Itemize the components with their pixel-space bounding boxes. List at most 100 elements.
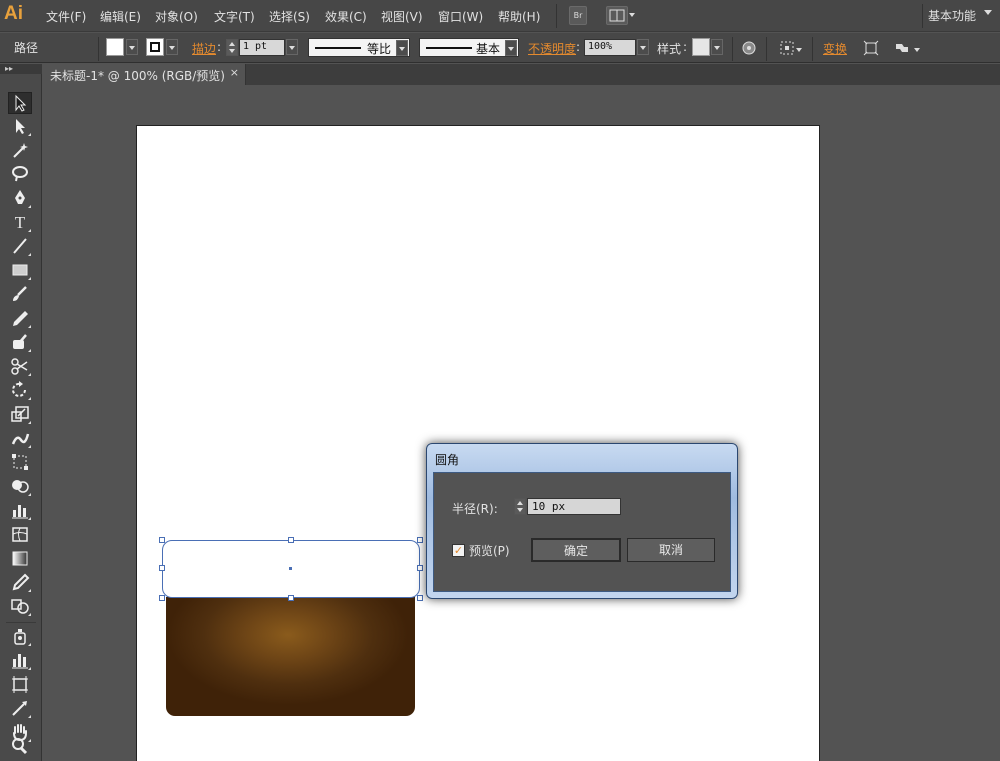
ok-button[interactable]: 确定 <box>531 538 621 562</box>
blend-tool-icon[interactable] <box>8 596 32 618</box>
menu-object[interactable]: 对象(O) <box>155 8 198 25</box>
bounding-box-handle[interactable] <box>159 565 165 571</box>
scale-tool-icon[interactable] <box>8 404 32 426</box>
menu-help[interactable]: 帮助(H) <box>498 8 540 25</box>
panel-options-icon[interactable] <box>893 39 911 57</box>
warp-tool-icon[interactable] <box>8 428 32 450</box>
align-icon[interactable] <box>778 39 796 57</box>
menu-select[interactable]: 选择(S) <box>269 8 310 25</box>
symbol-sprayer-tool-icon[interactable] <box>8 626 32 648</box>
stroke-colon: : <box>217 40 222 54</box>
arrange-documents-button[interactable] <box>606 6 628 25</box>
slice-tool-icon[interactable] <box>8 698 32 720</box>
menu-effect[interactable]: 效果(C) <box>325 8 367 25</box>
lasso-tool-icon[interactable] <box>8 164 32 186</box>
artboard-tool-icon[interactable] <box>8 674 32 696</box>
bounding-box-handle[interactable] <box>159 537 165 543</box>
graphic-style-swatch[interactable] <box>692 38 710 56</box>
chevron-down-icon[interactable] <box>629 13 635 17</box>
isolate-icon[interactable] <box>862 39 880 57</box>
bounding-box-handle[interactable] <box>288 537 294 543</box>
document-tab-title: 未标题-1* @ 100% (RGB/预览) <box>50 69 225 83</box>
bounding-box-handle[interactable] <box>417 565 423 571</box>
round-corners-dialog: 圆角 半径(R): 10 px ✓ 预览(P) 确定 取消 <box>426 443 738 599</box>
recolor-artwork-icon[interactable] <box>740 39 758 57</box>
chevron-down-icon[interactable] <box>505 40 517 56</box>
gradient-tool-icon[interactable] <box>8 548 32 570</box>
workspace-switcher[interactable]: 基本功能 <box>928 7 976 24</box>
stroke-profile-select[interactable]: 等比 <box>308 38 410 57</box>
radius-label: 半径(R): <box>452 502 498 516</box>
document-tab-bar: 未标题-1* @ 100% (RGB/预览) × <box>42 64 1000 85</box>
pen-tool-icon[interactable] <box>8 188 32 210</box>
radius-input[interactable]: 10 px <box>527 498 621 515</box>
document-tab[interactable]: 未标题-1* @ 100% (RGB/预览) × <box>42 64 246 85</box>
chevron-down-icon[interactable] <box>984 10 992 15</box>
brown-gradient-rectangle[interactable] <box>166 597 415 716</box>
stroke-profile-value: 等比 <box>366 42 391 56</box>
chevron-down-icon[interactable] <box>796 48 802 52</box>
stroke-weight-dropdown[interactable] <box>286 39 298 55</box>
blob-brush-tool-icon[interactable] <box>8 332 32 354</box>
eyedropper-tool-icon[interactable] <box>8 572 32 594</box>
fill-dropdown[interactable] <box>126 39 138 55</box>
menu-separator <box>922 4 923 28</box>
bounding-box-handle[interactable] <box>288 595 294 601</box>
bounding-box-handle[interactable] <box>159 595 165 601</box>
brush-definition-select[interactable]: 基本 <box>419 38 519 57</box>
graphic-style-dropdown[interactable] <box>711 39 723 55</box>
chevron-down-icon[interactable] <box>396 40 408 56</box>
control-bar: 路径 描边 : 1 pt 等比 基本 不透明度 : 100% 样式 : 变换 <box>0 33 1000 63</box>
bounding-box-handle[interactable] <box>417 595 423 601</box>
bounding-box-handle[interactable] <box>417 537 423 543</box>
paintbrush-tool-icon[interactable] <box>8 284 32 306</box>
style-label: 样式 <box>657 42 682 56</box>
transform-label[interactable]: 变换 <box>823 40 847 57</box>
style-colon: : <box>683 40 688 54</box>
stroke-dropdown[interactable] <box>166 39 178 55</box>
cancel-button[interactable]: 取消 <box>627 538 715 562</box>
scissors-tool-icon[interactable] <box>8 356 32 378</box>
pencil-tool-icon[interactable] <box>8 308 32 330</box>
stroke-swatch[interactable] <box>146 38 164 56</box>
fill-swatch[interactable] <box>106 38 124 56</box>
stroke-weight-input[interactable]: 1 pt <box>239 39 285 56</box>
menu-type[interactable]: 文字(T) <box>214 8 255 25</box>
opacity-label[interactable]: 不透明度 <box>528 40 576 57</box>
control-separator <box>98 37 99 61</box>
menu-separator <box>556 4 557 28</box>
menu-file[interactable]: 文件(F) <box>46 8 86 25</box>
radius-stepper[interactable] <box>514 498 526 515</box>
control-separator <box>766 37 767 61</box>
line-segment-tool-icon[interactable] <box>8 236 32 258</box>
menu-edit[interactable]: 编辑(E) <box>100 8 141 25</box>
type-tool-icon[interactable]: T <box>8 212 32 234</box>
toolbox: T <box>0 74 42 761</box>
bridge-button[interactable]: Br <box>569 6 587 25</box>
opacity-dropdown[interactable] <box>637 39 649 55</box>
toolbox-separator <box>6 622 36 623</box>
chevron-down-icon[interactable] <box>914 48 920 52</box>
close-icon[interactable]: × <box>230 66 239 79</box>
preview-label[interactable]: 预览(P) <box>469 542 510 559</box>
graph-tool-icon[interactable] <box>8 500 32 522</box>
rectangle-tool-icon[interactable] <box>8 260 32 282</box>
selection-tool-icon[interactable] <box>8 92 32 114</box>
rotate-tool-icon[interactable] <box>8 380 32 402</box>
stroke-label[interactable]: 描边 <box>192 40 216 57</box>
toolbox-header[interactable]: ▸▸ <box>0 64 42 74</box>
menu-window[interactable]: 窗口(W) <box>438 8 483 25</box>
opacity-input[interactable]: 100% <box>584 39 636 56</box>
collapse-icon[interactable]: ▸▸ <box>5 64 13 73</box>
menu-view[interactable]: 视图(V) <box>381 8 423 25</box>
object-type-label: 路径 <box>14 41 39 55</box>
free-transform-tool-icon[interactable] <box>8 452 32 474</box>
preview-checkbox[interactable]: ✓ <box>452 544 465 557</box>
stroke-weight-spinner[interactable] <box>226 39 238 56</box>
mesh-tool-icon[interactable] <box>8 524 32 546</box>
zoom-tool-icon[interactable] <box>8 736 32 758</box>
direct-selection-tool-icon[interactable] <box>8 116 32 138</box>
column-graph-tool-icon[interactable] <box>8 650 32 672</box>
shape-builder-tool-icon[interactable] <box>8 476 32 498</box>
magic-wand-tool-icon[interactable] <box>8 140 32 162</box>
